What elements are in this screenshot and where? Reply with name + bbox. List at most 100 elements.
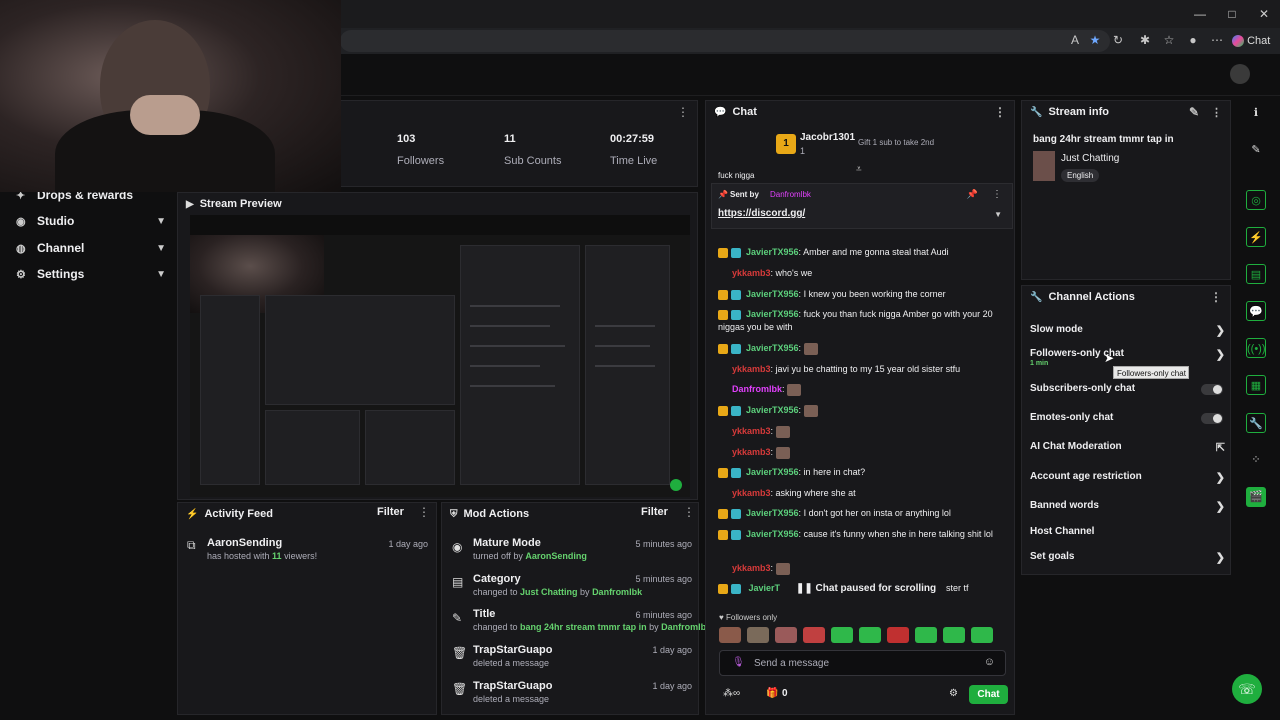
more-menu-icon[interactable]: ⋯ — [1210, 33, 1224, 47]
maximize-button[interactable]: □ — [1216, 0, 1248, 28]
activity-user: AaronSending — [207, 537, 283, 549]
emote-icon[interactable] — [943, 627, 965, 643]
stat-time-live: 00:27:59 Time Live — [610, 133, 658, 167]
extensions-icon[interactable]: ✱ — [1138, 33, 1152, 47]
chat-input[interactable]: 🎙 Send a message ☺ — [719, 650, 1006, 676]
chat-input-placeholder: Send a message — [754, 658, 830, 669]
more-options-icon[interactable]: ⋮ — [418, 505, 430, 519]
address-bar[interactable] — [340, 30, 1110, 52]
channel-action-subscribers-only-chat[interactable]: Subscribers-only chat — [1030, 383, 1225, 399]
channel-action-account-age-restriction[interactable]: Account age restriction ❯ — [1030, 471, 1225, 487]
pinned-sender: Danfromlbk — [770, 190, 811, 199]
more-options-icon[interactable]: ⋮ — [992, 189, 1002, 200]
sidebar-item-settings[interactable]: ⚙ Settings ▼ — [16, 263, 166, 285]
sidebar-item-channel[interactable]: ◍ Channel ▼ — [16, 237, 166, 259]
emote-icon[interactable] — [971, 627, 993, 643]
more-options-icon[interactable]: ⋮ — [1210, 290, 1222, 304]
channel-action-set-goals[interactable]: Set goals ❯ — [1030, 551, 1225, 567]
close-window-button[interactable]: ✕ — [1248, 0, 1280, 28]
more-options-icon[interactable]: ⋮ — [677, 105, 689, 119]
more-options-icon[interactable]: ⋮ — [683, 505, 695, 519]
document-icon[interactable]: ▤ — [1246, 264, 1266, 284]
help-chat-button[interactable]: ☏ — [1232, 674, 1262, 704]
copilot-chat-button[interactable]: Chat — [1232, 32, 1276, 50]
chat-settings-icon[interactable]: ⚙ — [949, 688, 958, 699]
layout-icon[interactable]: ▦ — [1246, 375, 1266, 395]
broadcast-icon[interactable]: ((•)) — [1246, 338, 1266, 358]
category-boxart — [1033, 151, 1055, 181]
channel-action-label: Emotes-only chat — [1030, 412, 1114, 423]
collapse-icon[interactable]: ⩡ — [856, 164, 862, 175]
chat-badges — [718, 427, 732, 437]
clapper-icon[interactable]: 🎬 — [1246, 487, 1266, 507]
chat-send-button[interactable]: Chat — [969, 685, 1008, 704]
sidebar-item-studio[interactable]: ◉ Studio ▼ — [16, 210, 166, 232]
host-icon: ⧉ — [187, 538, 196, 552]
chat-text: in here in chat? — [803, 467, 866, 477]
chat-username: ykkamb3 — [732, 268, 771, 278]
emote-image — [787, 383, 802, 396]
emote-icon[interactable] — [803, 627, 825, 643]
emoji-icon[interactable]: ☺ — [984, 656, 995, 668]
emote-icon[interactable] — [775, 627, 797, 643]
chat-message: JavierTX956: — [718, 342, 1008, 355]
more-options-icon[interactable]: ⋮ — [994, 105, 1006, 119]
favorites-icon[interactable]: ☆ — [1162, 33, 1176, 47]
channel-action-emotes-only-chat[interactable]: Emotes-only chat — [1030, 412, 1225, 428]
refresh-icon[interactable]: ↻ — [1111, 33, 1125, 47]
chat-bubble-icon: 💬 — [714, 106, 727, 118]
emote-image — [775, 446, 790, 459]
pencil-icon[interactable]: ✎ — [1246, 140, 1266, 160]
unpin-icon[interactable]: 📌 — [967, 189, 978, 200]
chat-username: ykkamb3 — [732, 488, 771, 498]
channel-action-label: Account age restriction — [1030, 471, 1142, 482]
mod-action-time: 5 minutes ago — [635, 539, 692, 549]
emote-image — [803, 342, 818, 355]
mic-icon[interactable]: 🎙 — [732, 657, 745, 668]
chat-icon[interactable]: 💬 — [1246, 301, 1266, 321]
top-gifter-count: 1 — [800, 146, 806, 156]
wrench-icon[interactable]: 🔧 — [1246, 413, 1266, 433]
star-icon[interactable]: ★ — [1088, 33, 1102, 47]
emote-icon[interactable] — [831, 627, 853, 643]
pinned-link[interactable]: https://discord.gg/ — [718, 208, 805, 219]
activity-detail: has hosted with 11 viewers! — [207, 551, 318, 561]
info-icon[interactable]: ℹ — [1246, 103, 1266, 123]
emote-bar[interactable] — [719, 627, 1009, 645]
stream-tag[interactable]: English — [1061, 169, 1100, 182]
emote-icon[interactable] — [747, 627, 769, 643]
emote-icon[interactable] — [859, 627, 881, 643]
chevron-down-icon[interactable]: ▼ — [994, 210, 1002, 219]
lightning-icon[interactable]: ⚡ — [1246, 227, 1266, 247]
more-options-icon[interactable]: ⋮ — [1211, 106, 1222, 119]
mod-action-detail: deleted a message — [473, 694, 550, 704]
gift-sub-prompt[interactable]: Gift 1 sub to take 2nd — [858, 138, 934, 147]
edit-icon[interactable]: ✎ — [1189, 105, 1199, 119]
chat-paused-banner[interactable]: ❚❚ Chat paused for scrolling — [796, 580, 946, 598]
camera-icon[interactable]: ◎ — [1246, 190, 1266, 210]
emote-icon[interactable] — [719, 627, 741, 643]
read-aloud-icon[interactable]: A — [1068, 33, 1082, 47]
chat-username: ykkamb3 — [732, 364, 771, 374]
chat-message: ykkamb3: — [718, 425, 1008, 438]
channel-action-slow-mode[interactable]: Slow mode ❯ — [1030, 324, 1225, 340]
shield-icon: ⛨ — [450, 508, 458, 520]
profile-icon[interactable]: ● — [1186, 33, 1200, 47]
chat-message: ykkamb3: javi yu be chatting to my 15 ye… — [718, 363, 1008, 376]
channel-action-followers-only-chat[interactable]: Followers-only chat 1 min ❯ — [1030, 348, 1225, 367]
apps-icon[interactable]: ⁘ — [1246, 450, 1266, 470]
emote-icon[interactable] — [915, 627, 937, 643]
emote-icon[interactable] — [887, 627, 909, 643]
avatar[interactable] — [1230, 64, 1250, 84]
channel-action-host-channel[interactable]: Host Channel — [1030, 526, 1225, 542]
channel-action-ai-chat-moderation[interactable]: AI Chat Moderation ⇱ — [1030, 441, 1225, 457]
chat-text: Amber and me gonna steal that Audi — [803, 247, 949, 257]
minimize-button[interactable]: — — [1184, 0, 1216, 28]
stream-preview-video[interactable] — [190, 215, 690, 497]
chat-overflow-text: fuck nigga — [718, 171, 755, 180]
mod-filter-button[interactable]: Filter — [641, 506, 668, 518]
panel-title: Chat — [732, 106, 757, 118]
channel-action-banned-words[interactable]: Banned words ❯ — [1030, 500, 1225, 516]
activity-filter-button[interactable]: Filter — [377, 506, 404, 518]
channel-points-icon[interactable]: ⁂∞ — [723, 688, 740, 699]
